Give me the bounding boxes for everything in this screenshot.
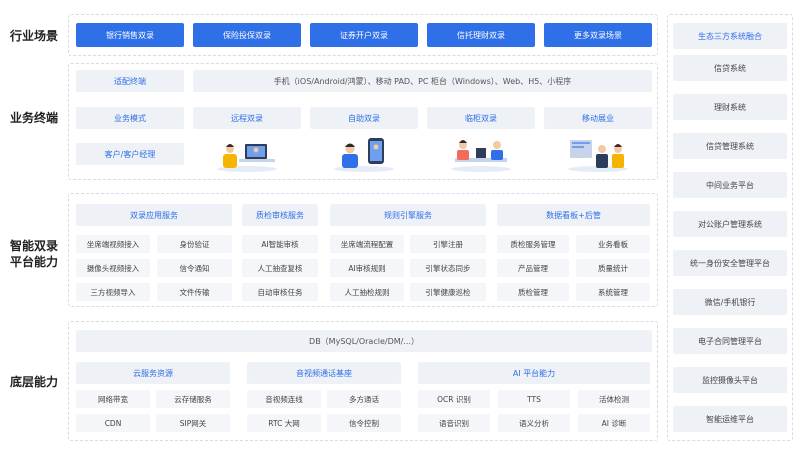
base-cell[interactable]: 音视频连线 bbox=[247, 390, 321, 408]
dashboard-header: 数据看板+后管 bbox=[497, 204, 650, 226]
ecosystem-header: 生态三方系统融合 bbox=[673, 23, 787, 49]
adapt-terminal-label: 适配终端 bbox=[76, 70, 184, 92]
section-label-platform-2: 平台能力 bbox=[9, 255, 58, 269]
ecosystem-item[interactable]: 理财系统 bbox=[673, 94, 787, 120]
mobile-business-illustration bbox=[568, 140, 628, 172]
counter-recording-illustration bbox=[451, 140, 511, 172]
platform-cell[interactable]: 业务看板 bbox=[576, 235, 650, 253]
qc-service-header: 质检审核服务 bbox=[242, 204, 318, 226]
remote-recording-illustration bbox=[217, 144, 277, 172]
mode-counter[interactable]: 临柜双录 bbox=[427, 107, 535, 129]
industry-more-button[interactable]: 更多双录场景 bbox=[544, 23, 652, 47]
platform-cell[interactable]: 信令通知 bbox=[157, 259, 232, 277]
base-cell[interactable]: 语义分析 bbox=[498, 414, 570, 432]
base-cell[interactable]: 云存储服务 bbox=[156, 390, 230, 408]
platform-cell[interactable]: AI审核规则 bbox=[330, 259, 404, 277]
mode-remote[interactable]: 远程双录 bbox=[193, 107, 301, 129]
platform-cell[interactable]: 三方视频导入 bbox=[76, 283, 150, 301]
mode-self-service[interactable]: 自助双录 bbox=[310, 107, 418, 129]
platform-cell[interactable]: AI智能审核 bbox=[242, 235, 318, 253]
platform-cell[interactable]: 引擎状态同步 bbox=[410, 259, 486, 277]
ecosystem-item[interactable]: 信贷管理系统 bbox=[673, 133, 787, 159]
ai-platform-header: AI 平台能力 bbox=[418, 362, 650, 384]
base-cell[interactable]: AI 诊断 bbox=[578, 414, 650, 432]
ecosystem-item[interactable]: 微信/手机银行 bbox=[673, 289, 787, 315]
self-service-illustration bbox=[334, 138, 394, 172]
base-cell[interactable]: 语音识别 bbox=[418, 414, 490, 432]
platform-cell[interactable]: 质量统计 bbox=[576, 259, 650, 277]
base-cell[interactable]: 活体检测 bbox=[578, 390, 650, 408]
platform-cell[interactable]: 人工抽查复核 bbox=[242, 259, 318, 277]
base-cell[interactable]: OCR 识别 bbox=[418, 390, 490, 408]
platform-cell[interactable]: 摄像头视频接入 bbox=[76, 259, 150, 277]
rule-engine-header: 规则引擎服务 bbox=[330, 204, 486, 226]
base-cell[interactable]: TTS bbox=[498, 390, 570, 408]
app-service-header: 双录应用服务 bbox=[76, 204, 232, 226]
section-label-industry: 行业场景 bbox=[9, 29, 58, 43]
platform-cell[interactable]: 自动审核任务 bbox=[242, 283, 318, 301]
industry-bank-button[interactable]: 银行销售双录 bbox=[76, 23, 184, 47]
mode-mobile[interactable]: 移动展业 bbox=[544, 107, 652, 129]
cloud-resource-header: 云服务资源 bbox=[76, 362, 230, 384]
section-label-base: 底层能力 bbox=[9, 375, 58, 389]
ecosystem-item[interactable]: 对公账户管理系统 bbox=[673, 211, 787, 237]
base-cell[interactable]: SIP网关 bbox=[156, 414, 230, 432]
base-cell[interactable]: 网络带宽 bbox=[76, 390, 150, 408]
platform-cell[interactable]: 坐席端流程配置 bbox=[330, 235, 404, 253]
platform-cell[interactable]: 质检服务管理 bbox=[497, 235, 569, 253]
base-cell[interactable]: 信令控制 bbox=[327, 414, 401, 432]
ecosystem-item[interactable]: 电子合同管理平台 bbox=[673, 328, 787, 354]
industry-insurance-button[interactable]: 保险投保双录 bbox=[193, 23, 301, 47]
platform-cell[interactable]: 身份验证 bbox=[157, 235, 232, 253]
database-bar: DB（MySQL/Oracle/DM/...） bbox=[76, 330, 652, 352]
base-cell[interactable]: CDN bbox=[76, 414, 150, 432]
platform-cell[interactable]: 文件传输 bbox=[157, 283, 232, 301]
base-cell[interactable]: 多方通话 bbox=[327, 390, 401, 408]
platform-cell[interactable]: 产品管理 bbox=[497, 259, 569, 277]
ecosystem-item[interactable]: 信贷系统 bbox=[673, 55, 787, 81]
platform-cell[interactable]: 引擎健康巡检 bbox=[410, 283, 486, 301]
section-label-terminal: 业务终端 bbox=[9, 111, 58, 125]
av-base-header: 音视频通话基座 bbox=[247, 362, 401, 384]
ecosystem-item[interactable]: 统一身份安全管理平台 bbox=[673, 250, 787, 276]
platform-cell[interactable]: 系统管理 bbox=[576, 283, 650, 301]
platform-cell[interactable]: 引擎注册 bbox=[410, 235, 486, 253]
section-label-platform-1: 智能双录 bbox=[9, 239, 58, 253]
device-list: 手机（iOS/Android/鸿蒙）、移动 PAD、PC 柜台（Windows）… bbox=[193, 70, 652, 92]
client-manager-label: 客户/客户经理 bbox=[76, 143, 184, 165]
industry-trust-button[interactable]: 信托理财双录 bbox=[427, 23, 535, 47]
business-mode-label: 业务模式 bbox=[76, 107, 184, 129]
platform-cell[interactable]: 坐席端视频接入 bbox=[76, 235, 150, 253]
ecosystem-item[interactable]: 监控摄像头平台 bbox=[673, 367, 787, 393]
ecosystem-item[interactable]: 智能运维平台 bbox=[673, 406, 787, 432]
ecosystem-item[interactable]: 中间业务平台 bbox=[673, 172, 787, 198]
platform-cell[interactable]: 质检管理 bbox=[497, 283, 569, 301]
industry-securities-button[interactable]: 证券开户双录 bbox=[310, 23, 418, 47]
base-cell[interactable]: RTC 大网 bbox=[247, 414, 321, 432]
platform-cell[interactable]: 人工抽检规则 bbox=[330, 283, 404, 301]
